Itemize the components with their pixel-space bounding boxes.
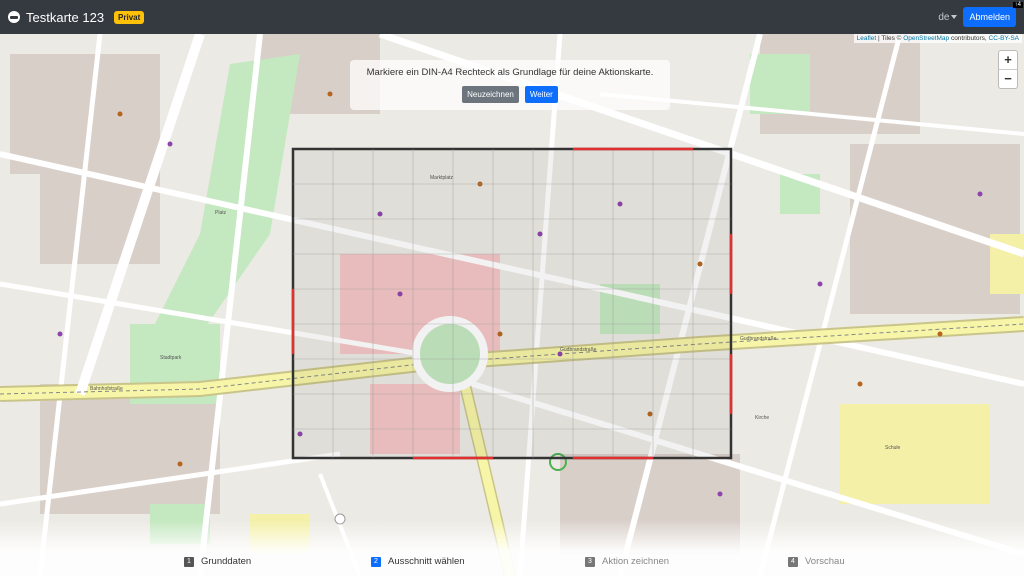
privacy-badge: Privat xyxy=(114,10,145,24)
attribution-text: | Tiles © xyxy=(876,35,904,42)
caret-down-icon xyxy=(951,15,958,19)
step-label: Grunddaten xyxy=(201,556,252,567)
street-label: Bahnhofstraße xyxy=(90,386,123,392)
step-number: 3 xyxy=(585,556,595,567)
zoom-in-button[interactable]: + xyxy=(999,51,1017,70)
navbar: Testkarte 123 Privat de Abmelden ↑4 xyxy=(0,0,1024,34)
zoom-control: + − xyxy=(998,50,1018,89)
osm-link[interactable]: OpenStreetMap xyxy=(903,35,949,42)
step-number: 2 xyxy=(371,556,381,567)
zoom-out-button[interactable]: − xyxy=(999,70,1017,88)
map-logo-icon xyxy=(8,11,20,23)
school-label: Schule xyxy=(885,445,901,451)
step-number: 4 xyxy=(788,556,798,567)
street-label: Gudbrandstraße xyxy=(740,336,777,342)
park-label: Stadtpark xyxy=(160,355,182,361)
step-label: Aktion zeichnen xyxy=(602,556,670,567)
step-label: Ausschnitt wählen xyxy=(388,556,465,567)
step-draw-action[interactable]: 3 Aktion zeichnen xyxy=(585,556,669,567)
square-label: Platz xyxy=(215,210,227,216)
step-label: Vorschau xyxy=(805,556,845,567)
corner-indicator: ↑4 xyxy=(1012,2,1023,8)
instruction-text: Markiere ein DIN-A4 Rechteck als Grundla… xyxy=(366,67,654,78)
step-number: 1 xyxy=(184,556,194,567)
language-label: de xyxy=(938,11,950,23)
license-link[interactable]: CC-BY-SA xyxy=(989,35,1019,42)
redraw-button[interactable]: Neuzeichnen xyxy=(462,86,519,103)
step-preview[interactable]: 4 Vorschau xyxy=(788,556,845,567)
attribution-text: contributors, xyxy=(949,35,989,42)
instruction-panel: Markiere ein DIN-A4 Rechteck als Grundla… xyxy=(350,60,670,110)
map-attribution: Leaflet | Tiles © OpenStreetMap contribu… xyxy=(853,34,1022,43)
leaflet-link[interactable]: Leaflet xyxy=(857,35,877,42)
language-dropdown[interactable]: de xyxy=(938,11,958,23)
step-select-area[interactable]: 2 Ausschnitt wählen xyxy=(371,556,465,567)
step-basic-data[interactable]: 1 Grunddaten xyxy=(184,556,251,567)
next-button[interactable]: Weiter xyxy=(524,86,558,103)
church-label: Kirche xyxy=(755,415,769,421)
selection-rectangle[interactable] xyxy=(291,147,733,460)
wizard-stepper: 1 Grunddaten 2 Ausschnitt wählen 3 Aktio… xyxy=(0,520,1024,576)
logout-button[interactable]: Abmelden xyxy=(963,7,1016,27)
brand[interactable]: Testkarte 123 Privat xyxy=(8,9,145,25)
app-title: Testkarte 123 xyxy=(26,9,105,25)
map-canvas[interactable]: Gudbrandstraße Gudbrandstraße Bahnhofstr… xyxy=(0,34,1024,576)
map-tiles: Gudbrandstraße Gudbrandstraße Bahnhofstr… xyxy=(0,34,1024,576)
